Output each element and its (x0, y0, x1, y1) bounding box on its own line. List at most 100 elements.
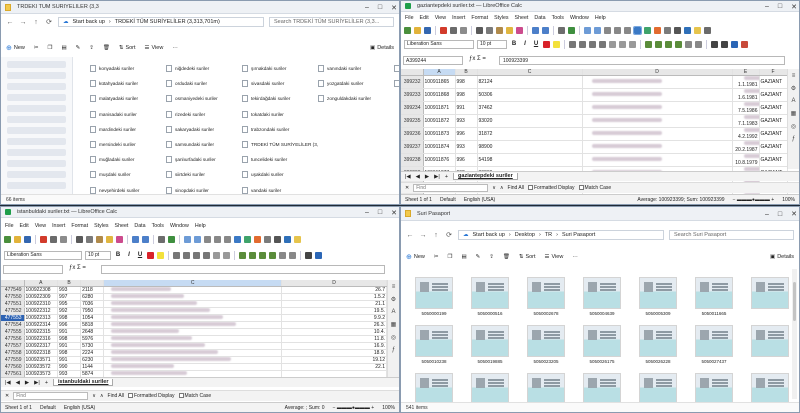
cell[interactable]: 7.5.1986 (732, 101, 760, 116)
new-button[interactable]: ⊕ New (6, 44, 25, 52)
search-input[interactable]: Search TRDEKİ TÜM SURİYELİLER (3,3... (269, 17, 394, 27)
cell[interactable]: 50306 (477, 88, 583, 103)
passport-thumbnail[interactable] (747, 325, 793, 364)
first-sheet-icon[interactable]: |◀ (405, 174, 411, 180)
cell[interactable] (582, 153, 733, 168)
file-item[interactable]: şırnakdaki suriler (242, 61, 318, 76)
row-header[interactable]: 399238 (401, 153, 424, 168)
nav-item[interactable] (7, 72, 66, 79)
open-folder-icon[interactable] (14, 236, 21, 243)
cell[interactable]: 1054 (80, 314, 105, 323)
cell[interactable]: 4.2.1992 (732, 127, 760, 142)
cell[interactable]: 998 (455, 75, 478, 90)
font-name-box[interactable]: Liberation Sans (4, 250, 82, 260)
cell[interactable]: 993 (455, 140, 478, 155)
find-next-icon[interactable]: ∧ (500, 185, 504, 191)
menu-view[interactable]: View (435, 15, 446, 21)
justify-icon[interactable] (599, 40, 606, 48)
find-all-button[interactable]: Find All (108, 393, 124, 399)
passport-thumbnail[interactable]: 5050004639 (579, 277, 625, 316)
row-header[interactable]: 399234 (401, 101, 424, 116)
cell[interactable]: 2224 (80, 349, 105, 358)
font-size-box[interactable]: 10 pt (477, 39, 507, 49)
file-item[interactable]: mersindeki suriler (90, 137, 166, 152)
forward-arrow-icon[interactable]: → (419, 232, 427, 239)
align-bottom-icon[interactable] (629, 40, 636, 48)
align-left-icon[interactable] (173, 251, 180, 259)
menu-insert[interactable]: Insert (52, 223, 65, 229)
cell[interactable] (582, 101, 733, 116)
file-item[interactable]: samsundaki suriler (166, 137, 242, 152)
find-input[interactable]: Find (13, 392, 89, 400)
rename-icon[interactable]: ✎ (476, 254, 481, 260)
cell[interactable] (103, 363, 283, 372)
passport-thumbnail[interactable]: 5050027437 (691, 325, 737, 364)
title-bar[interactable]: gaziantepdeki suriler.txt — LibreOffice … (401, 1, 799, 12)
cell[interactable]: GAZIANT (759, 153, 788, 168)
more-icon[interactable]: ··· (172, 45, 178, 51)
maximize-icon[interactable]: □ (378, 4, 382, 11)
search-input[interactable]: Search Suri Pasaport (669, 230, 794, 240)
cell[interactable]: GAZIANT (759, 140, 788, 155)
navigator-icon[interactable]: ◎ (791, 123, 796, 130)
bold-button[interactable]: B (510, 41, 518, 47)
file-item[interactable]: TRDEKİ TÜM SURİYELİLER (3,313,701) (242, 137, 318, 152)
cell[interactable]: 37462 (477, 101, 583, 116)
name-box[interactable]: A399244 (403, 56, 463, 65)
borders-icon[interactable] (305, 251, 312, 259)
row-header[interactable]: 477549 (1, 286, 25, 295)
sort-ascending-icon[interactable] (614, 26, 621, 34)
passport-thumbnail[interactable]: 5050023205 (523, 325, 569, 364)
file-item[interactable]: yozgatdaki suriler (318, 76, 394, 91)
special-character-icon[interactable] (674, 26, 681, 34)
currency-format-icon[interactable] (239, 251, 246, 259)
sort-button[interactable]: ⇅ Sort (119, 45, 136, 51)
row-header[interactable]: 399232 (401, 75, 424, 90)
cell[interactable]: 19.12 (281, 356, 387, 365)
file-item[interactable]: manisadaki suriler (90, 107, 166, 122)
cell[interactable] (103, 342, 283, 351)
cell[interactable]: 991 (57, 342, 82, 351)
details-button[interactable]: ▣ Details (370, 45, 394, 51)
border-style-icon[interactable] (721, 40, 728, 48)
cell[interactable]: 6230 (80, 356, 105, 365)
cell[interactable]: 54198 (477, 153, 583, 168)
row-header[interactable]: 399235 (401, 114, 424, 129)
zoom-slider[interactable]: − ▬▬▬●▬▬▬ + (329, 405, 379, 411)
hyperlink-icon[interactable] (684, 26, 691, 34)
passport-thumbnail[interactable]: 5050026228 (635, 325, 681, 364)
cell[interactable]: 100922317 (24, 342, 59, 351)
borders-icon[interactable] (711, 40, 718, 48)
properties-icon[interactable]: ⚙ (791, 85, 796, 92)
delete-decimal-icon[interactable] (695, 40, 702, 48)
refresh-icon[interactable]: ⟳ (445, 231, 453, 239)
cell[interactable] (103, 328, 283, 337)
row-header[interactable]: 477553 (1, 314, 25, 323)
cell[interactable]: 22.1 (281, 363, 387, 372)
row-header[interactable]: 477556 (1, 335, 25, 344)
align-center-icon[interactable] (579, 40, 586, 48)
cell[interactable]: 26.7 (281, 286, 387, 295)
new-document-icon[interactable] (404, 26, 411, 34)
file-item[interactable]: vanındaki suriler (318, 61, 394, 76)
cell[interactable]: 993 (57, 286, 82, 295)
nav-item[interactable] (7, 160, 66, 167)
column-icon[interactable] (194, 236, 201, 243)
passport-thumbnail[interactable] (747, 277, 793, 316)
cell[interactable]: 100911871 (423, 101, 456, 116)
file-item[interactable]: kütahyadaki suriler (90, 76, 166, 91)
redo-icon[interactable] (142, 236, 149, 243)
percent-format-icon[interactable] (249, 251, 256, 259)
menu-data[interactable]: Data (134, 223, 145, 229)
cell[interactable]: 997 (57, 293, 82, 302)
file-item[interactable]: muşdaki suriler (90, 167, 166, 182)
new-button[interactable]: ⊕ New (406, 253, 425, 261)
paste-icon[interactable]: ▤ (461, 254, 466, 260)
minimize-icon[interactable]: – (365, 209, 369, 216)
clear-format-icon[interactable] (516, 26, 523, 34)
file-item[interactable]: zonguldakdaki suriler (318, 91, 394, 106)
cell[interactable]: 100922318 (24, 349, 59, 358)
nav-item[interactable] (7, 61, 66, 68)
delete-icon[interactable]: 🗑 (503, 254, 510, 260)
row-header[interactable]: 477550 (1, 293, 25, 302)
